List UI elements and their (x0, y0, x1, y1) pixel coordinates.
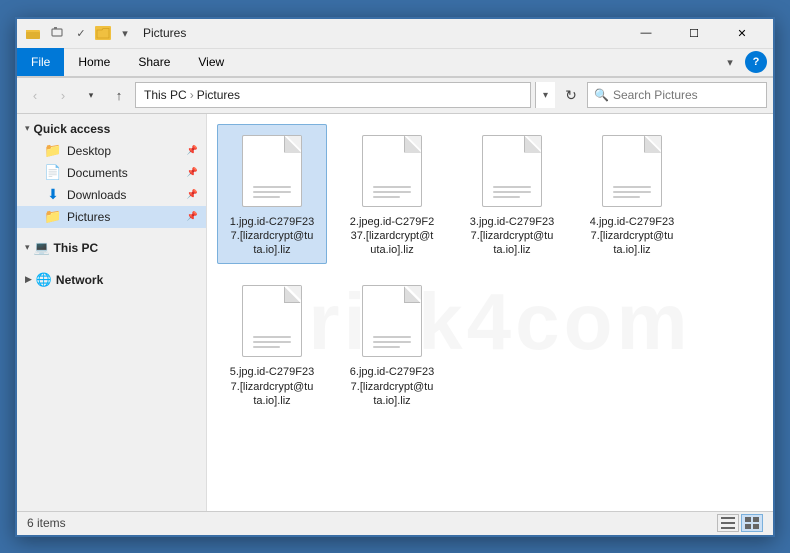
up-button[interactable]: ↑ (107, 83, 131, 107)
forward-button[interactable]: › (51, 83, 75, 107)
view-toggle-buttons (717, 514, 763, 532)
file-item-1[interactable]: 1.jpg.id-C279F237.[lizardcrypt@tuta.io].… (217, 124, 327, 265)
this-pc-header[interactable]: ▾ 💻 This PC (17, 236, 206, 260)
ribbon-expand-button[interactable]: ▾ (719, 51, 741, 73)
file-icon-6 (356, 281, 428, 361)
explorer-window: ✓ ▾ Pictures — ☐ ✕ File Home Share View … (15, 17, 775, 537)
file-icon-4 (596, 131, 668, 211)
file-name-4: 4.jpg.id-C279F237.[lizardcrypt@tuta.io].… (590, 215, 674, 258)
dropdown-history-button[interactable]: ▾ (79, 83, 103, 107)
view-list-button[interactable] (717, 514, 739, 532)
search-input[interactable] (613, 88, 760, 102)
tab-share[interactable]: Share (124, 48, 184, 76)
path-this-pc: This PC (144, 88, 187, 102)
desktop-folder-icon: 📁 (45, 143, 61, 159)
maximize-button[interactable]: ☐ (671, 18, 717, 48)
file-item-4[interactable]: 4.jpg.id-C279F237.[lizardcrypt@tuta.io].… (577, 124, 687, 265)
pin-icon-desktop: 📌 (187, 145, 198, 156)
search-icon: 🔍 (594, 88, 609, 102)
network-chevron: ▶ (25, 274, 32, 285)
file-name-6: 6.jpg.id-C279F237.[lizardcrypt@tuta.io].… (350, 365, 434, 408)
path-sep-1: › (190, 88, 194, 102)
back-button[interactable]: ‹ (23, 83, 47, 107)
address-path-display[interactable]: This PC › Pictures (135, 82, 531, 108)
file-icon-5 (236, 281, 308, 361)
downloads-folder-icon: ⬇ (45, 187, 61, 203)
tab-home[interactable]: Home (64, 48, 124, 76)
ribbon: File Home Share View ▾ ? (17, 49, 773, 78)
files-grid: 1.jpg.id-C279F237.[lizardcrypt@tuta.io].… (217, 124, 763, 416)
quick-access-chevron: ▾ (25, 123, 30, 134)
network-header[interactable]: ▶ 🌐 Network (17, 268, 206, 292)
path-pictures: Pictures (197, 88, 240, 102)
sidebar-item-pictures[interactable]: 📁 Pictures 📌 (17, 206, 206, 228)
file-area: risk4com 1.jpg.id-C279F237.[lizardcr (207, 114, 773, 511)
this-pc-icon: 💻 (34, 240, 50, 256)
path-dropdown-button[interactable]: ▾ (535, 82, 555, 108)
file-item-5[interactable]: 5.jpg.id-C279F237.[lizardcrypt@tuta.io].… (217, 274, 327, 415)
file-name-5: 5.jpg.id-C279F237.[lizardcrypt@tuta.io].… (230, 365, 314, 408)
quick-access-header[interactable]: ▾ Quick access (17, 118, 206, 140)
search-box[interactable]: 🔍 (587, 82, 767, 108)
network-icon: 🌐 (36, 272, 52, 288)
status-bar: 6 items (17, 511, 773, 535)
help-button[interactable]: ? (745, 51, 767, 73)
documents-folder-icon: 📄 (45, 165, 61, 181)
file-icon-1 (236, 131, 308, 211)
file-item-6[interactable]: 6.jpg.id-C279F237.[lizardcrypt@tuta.io].… (337, 274, 447, 415)
pin-icon-downloads: 📌 (187, 189, 198, 200)
this-pc-chevron: ▾ (25, 242, 30, 253)
pin-icon-pictures: 📌 (187, 211, 198, 222)
sidebar-item-desktop[interactable]: 📁 Desktop 📌 (17, 140, 206, 162)
sidebar-item-downloads[interactable]: ⬇ Downloads 📌 (17, 184, 206, 206)
file-icon-2 (356, 131, 428, 211)
title-bar: ✓ ▾ Pictures — ☐ ✕ (17, 19, 773, 49)
main-area: ▾ Quick access 📁 Desktop 📌 📄 Documents 📌… (17, 114, 773, 511)
file-item-3[interactable]: 3.jpg.id-C279F237.[lizardcrypt@tuta.io].… (457, 124, 567, 265)
quick-access-toolbar: ✓ ▾ (47, 23, 135, 43)
sidebar: ▾ Quick access 📁 Desktop 📌 📄 Documents 📌… (17, 114, 207, 511)
view-grid-button[interactable] (741, 514, 763, 532)
this-pc-label: This PC (54, 241, 99, 255)
ribbon-expand: ▾ ? (719, 51, 773, 73)
sidebar-pictures-label: Pictures (67, 210, 110, 224)
pin-icon-documents: 📌 (187, 167, 198, 178)
network-label: Network (56, 273, 103, 287)
sidebar-downloads-label: Downloads (67, 188, 126, 202)
pictures-folder-icon: 📁 (45, 209, 61, 225)
sidebar-desktop-label: Desktop (67, 144, 111, 158)
window-title: Pictures (143, 26, 623, 40)
window-icon (25, 25, 41, 41)
quick-access-label: Quick access (34, 122, 111, 136)
file-name-1: 1.jpg.id-C279F237.[lizardcrypt@tuta.io].… (230, 215, 314, 258)
tab-view[interactable]: View (184, 48, 238, 76)
minimize-button[interactable]: — (623, 18, 669, 48)
quick-access-dropdown[interactable]: ▾ (115, 23, 135, 43)
quick-access-btn-1[interactable] (47, 23, 67, 43)
close-button[interactable]: ✕ (719, 18, 765, 48)
file-item-2[interactable]: 2.jpeg.id-C279F237.[lizardcrypt@tuta.io]… (337, 124, 447, 265)
item-count: 6 items (27, 516, 66, 530)
sidebar-item-documents[interactable]: 📄 Documents 📌 (17, 162, 206, 184)
sidebar-documents-label: Documents (67, 166, 128, 180)
file-name-2: 2.jpeg.id-C279F237.[lizardcrypt@tuta.io]… (350, 215, 434, 258)
file-name-3: 3.jpg.id-C279F237.[lizardcrypt@tuta.io].… (470, 215, 554, 258)
refresh-button[interactable]: ↻ (559, 83, 583, 107)
file-icon-3 (476, 131, 548, 211)
ribbon-tab-bar: File Home Share View ▾ ? (17, 49, 773, 77)
quick-access-btn-2[interactable]: ✓ (71, 23, 91, 43)
folder-icon-small (95, 26, 111, 40)
window-controls: — ☐ ✕ (623, 18, 765, 48)
address-bar: ‹ › ▾ ↑ This PC › Pictures ▾ ↻ 🔍 (17, 78, 773, 114)
tab-file[interactable]: File (17, 48, 64, 76)
